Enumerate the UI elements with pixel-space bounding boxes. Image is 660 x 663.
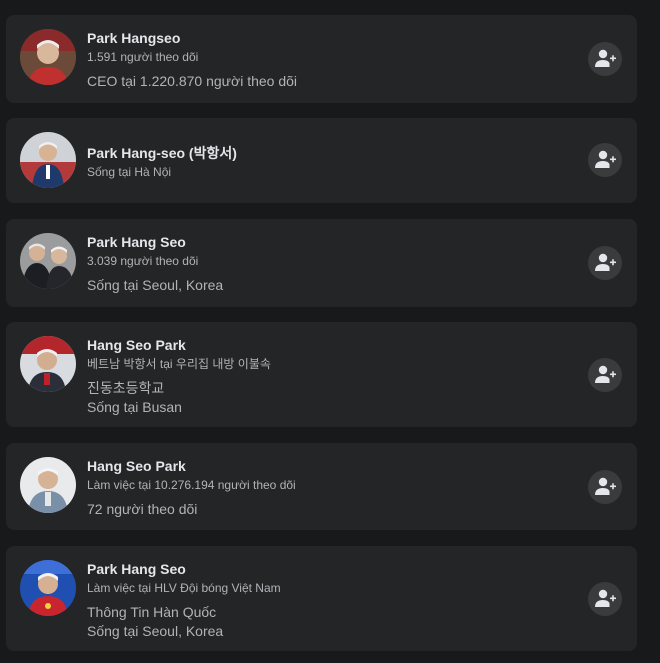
result-detail: Sống tại Seoul, Korea <box>87 277 224 293</box>
profile-avatar[interactable] <box>20 560 76 616</box>
add-friend-button[interactable] <box>588 143 622 177</box>
profile-avatar[interactable] <box>20 336 76 392</box>
add-friend-button[interactable] <box>588 42 622 76</box>
result-name[interactable]: Hang Seo Park <box>87 457 296 475</box>
result-subtitle: Làm việc tại HLV Đội bóng Việt Nam <box>87 581 281 595</box>
result-detail: Sống tại Seoul, Korea <box>87 623 224 639</box>
result-detail: 72 người theo dõi <box>87 501 198 517</box>
add-friend-icon <box>595 589 616 607</box>
result-card[interactable]: Park Hang-seo (박항서) Sống tại Hà Nội <box>6 118 637 203</box>
add-friend-icon <box>595 253 616 271</box>
result-detail: 진동초등학교 <box>87 380 165 396</box>
result-info: Park Hang Seo Làm việc tại HLV Đội bóng … <box>87 560 281 641</box>
result-name[interactable]: Park Hang Seo <box>87 560 281 578</box>
add-friend-button[interactable] <box>588 358 622 392</box>
add-friend-button[interactable] <box>588 246 622 280</box>
result-detail: Sống tại Busan <box>87 399 182 415</box>
result-name[interactable]: Hang Seo Park <box>87 336 271 354</box>
result-detail: CEO tại 1.220.870 người theo dõi <box>87 73 298 89</box>
result-info: Park Hang Seo 3.039 người theo dõi Sống … <box>87 233 223 295</box>
result-subtitle: 베트남 박항서 tại 우리집 내방 이불속 <box>87 357 271 371</box>
add-friend-icon <box>595 49 616 67</box>
add-friend-icon <box>595 150 616 168</box>
profile-avatar[interactable] <box>20 29 76 85</box>
profile-avatar[interactable] <box>20 457 76 513</box>
add-friend-icon <box>595 365 616 383</box>
result-card[interactable]: Hang Seo Park 베트남 박항서 tại 우리집 내방 이불속 진동초… <box>6 322 637 427</box>
profile-avatar[interactable] <box>20 132 76 188</box>
result-subtitle: Làm việc tại 10.276.194 người theo dõi <box>87 478 296 492</box>
result-name[interactable]: Park Hangseo <box>87 29 297 47</box>
result-info: Park Hang-seo (박항서) Sống tại Hà Nội <box>87 144 237 180</box>
profile-avatar[interactable] <box>20 233 76 289</box>
result-detail: Thông Tin Hàn Quốc <box>87 604 217 620</box>
result-subtitle: Sống tại Hà Nội <box>87 165 172 179</box>
result-name[interactable]: Park Hang Seo <box>87 233 223 251</box>
result-subtitle: 3.039 người theo dõi <box>87 254 199 268</box>
result-card[interactable]: Hang Seo Park Làm việc tại 10.276.194 ng… <box>6 443 637 530</box>
search-results-list: Park Hangseo 1.591 người theo dõi CEO tạ… <box>0 0 660 663</box>
add-friend-button[interactable] <box>588 470 622 504</box>
add-friend-button[interactable] <box>588 582 622 616</box>
result-info: Hang Seo Park Làm việc tại 10.276.194 ng… <box>87 457 296 519</box>
result-card[interactable]: Park Hang Seo 3.039 người theo dõi Sống … <box>6 219 637 307</box>
result-card[interactable]: Park Hangseo 1.591 người theo dõi CEO tạ… <box>6 15 637 103</box>
result-info: Park Hangseo 1.591 người theo dõi CEO tạ… <box>87 29 297 91</box>
add-friend-icon <box>595 477 616 495</box>
result-subtitle: 1.591 người theo dõi <box>87 50 199 64</box>
result-name[interactable]: Park Hang-seo (박항서) <box>87 144 237 162</box>
result-card[interactable]: Park Hang Seo Làm việc tại HLV Đội bóng … <box>6 546 637 651</box>
result-info: Hang Seo Park 베트남 박항서 tại 우리집 내방 이불속 진동초… <box>87 336 271 417</box>
